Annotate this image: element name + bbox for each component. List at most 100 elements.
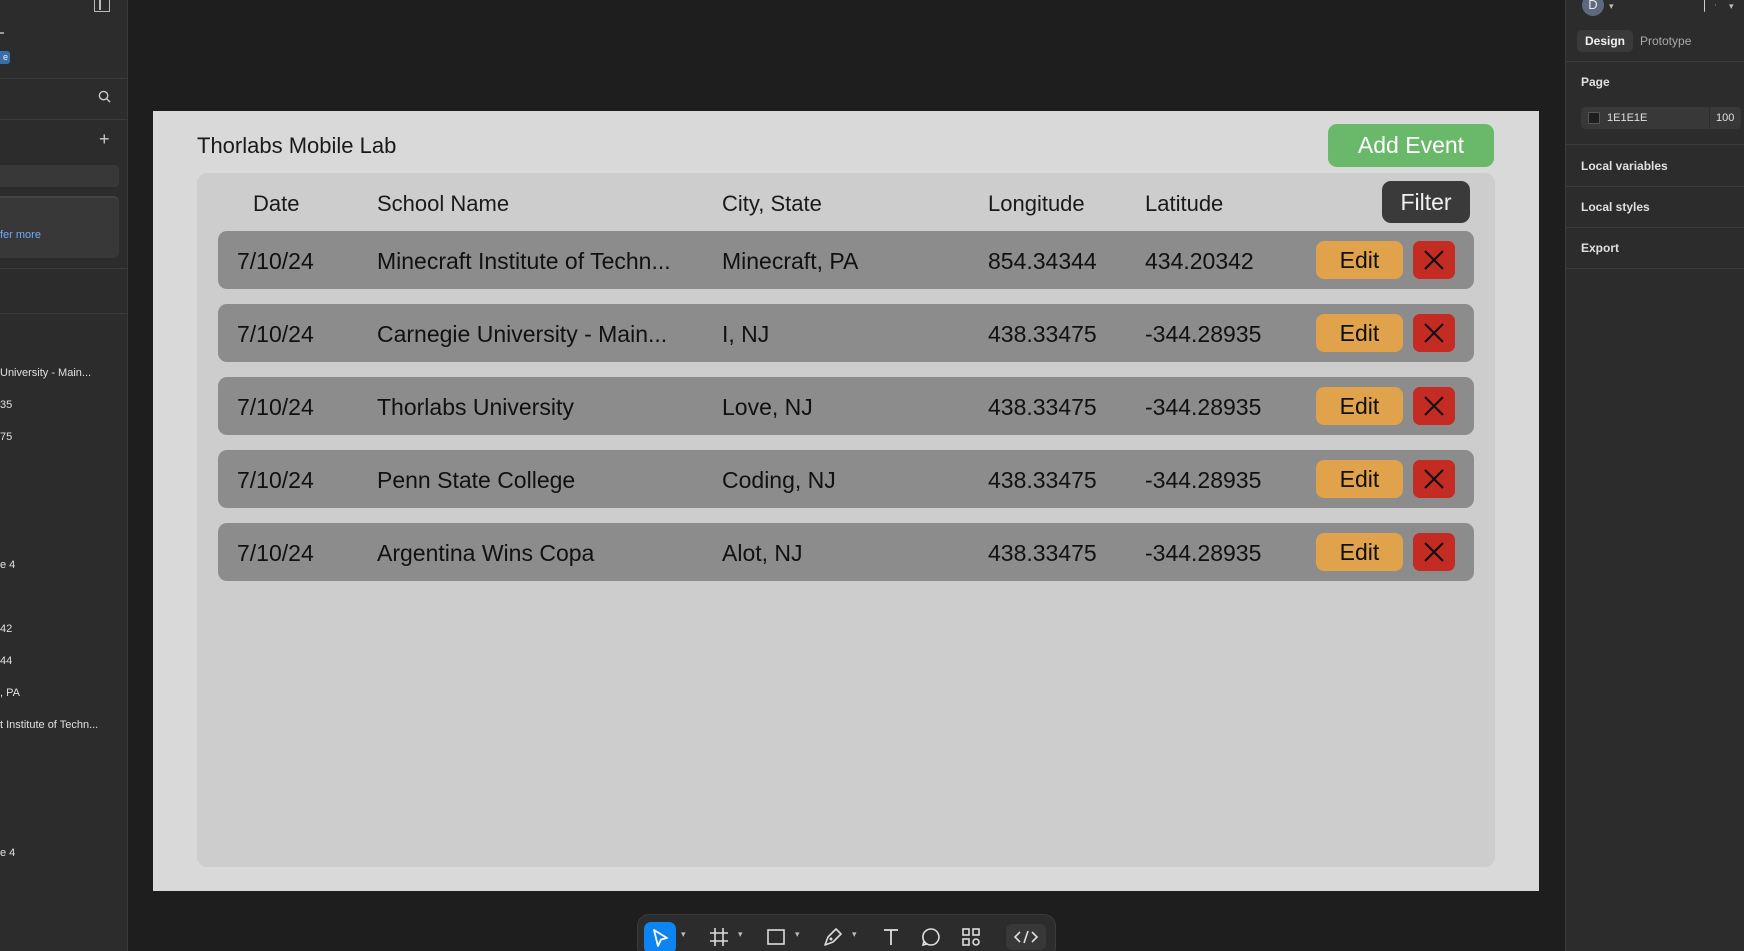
edit-button[interactable]: Edit xyxy=(1316,241,1403,279)
layer-item[interactable]: t Institute of Techn... xyxy=(0,719,98,731)
add-event-button[interactable]: Add Event xyxy=(1328,124,1494,167)
promo-card xyxy=(0,196,119,258)
table-row[interactable]: 7/10/24 Carnegie University - Main... I,… xyxy=(218,304,1474,362)
layer-item[interactable]: e 4 xyxy=(0,847,15,859)
column-header-city-state: City, State xyxy=(722,191,822,216)
delete-button[interactable] xyxy=(1413,314,1455,352)
pen-icon[interactable] xyxy=(821,925,845,949)
cell-longitude: 438.33475 xyxy=(988,540,1097,566)
close-icon xyxy=(1424,323,1444,343)
page-color-hex[interactable]: 1E1E1E xyxy=(1607,112,1647,124)
cell-city-state: Love, NJ xyxy=(722,394,813,420)
components-icon[interactable] xyxy=(959,925,983,949)
filter-button[interactable]: Filter xyxy=(1382,181,1470,223)
close-icon xyxy=(1424,469,1444,489)
delete-button[interactable] xyxy=(1413,387,1455,425)
move-icon xyxy=(653,929,668,947)
cell-latitude: -344.28935 xyxy=(1145,467,1262,493)
chevron-down-icon[interactable]: ▾ xyxy=(795,929,800,940)
edit-button[interactable]: Edit xyxy=(1316,533,1403,571)
cell-city-state: I, NJ xyxy=(722,321,770,347)
layer-item[interactable]: 42 xyxy=(0,623,12,635)
page-list-item[interactable] xyxy=(0,165,119,187)
tab-design[interactable]: Design xyxy=(1577,30,1633,52)
cell-longitude: 854.34344 xyxy=(988,248,1097,274)
edit-button[interactable]: Edit xyxy=(1316,387,1403,425)
cell-latitude: -344.28935 xyxy=(1145,394,1262,420)
code-icon xyxy=(1013,930,1039,944)
present-play-icon[interactable] xyxy=(1704,0,1714,10)
layer-item[interactable]: 75 xyxy=(0,431,12,443)
cell-latitude: 434.20342 xyxy=(1145,248,1254,274)
cell-date: 7/10/24 xyxy=(237,248,314,274)
cell-school-name: Carnegie University - Main... xyxy=(377,321,668,347)
layer-item[interactable]: 44 xyxy=(0,655,12,667)
local-styles-button[interactable]: Local styles xyxy=(1581,200,1650,214)
cell-school-name: Argentina Wins Copa xyxy=(377,540,595,566)
table-row[interactable]: 7/10/24 Thorlabs University Love, NJ 438… xyxy=(218,377,1474,435)
divider xyxy=(1566,227,1744,228)
cell-school-name: Minecraft Institute of Techn... xyxy=(377,248,671,274)
cell-school-name: Penn State College xyxy=(377,467,576,493)
file-menu-fragment xyxy=(0,32,4,34)
comment-icon[interactable] xyxy=(919,925,943,949)
page-opacity-value[interactable]: 100 xyxy=(1716,112,1734,124)
chevron-down-icon[interactable]: ▾ xyxy=(1609,1,1614,12)
cell-date: 7/10/24 xyxy=(237,467,314,493)
close-icon xyxy=(1424,250,1444,270)
table-header: Date School Name City, State Longitude L… xyxy=(197,173,1495,229)
divider xyxy=(1709,107,1710,129)
text-icon[interactable] xyxy=(879,925,903,949)
cell-latitude: -344.28935 xyxy=(1145,321,1262,347)
layer-item[interactable]: University - Main... xyxy=(0,367,91,379)
column-header-date: Date xyxy=(253,191,300,216)
close-icon xyxy=(1424,396,1444,416)
delete-button[interactable] xyxy=(1413,533,1455,571)
layer-item[interactable]: , PA xyxy=(0,687,20,699)
divider xyxy=(0,78,127,79)
layer-item[interactable]: 35 xyxy=(0,399,12,411)
avatar[interactable]: D xyxy=(1582,0,1604,16)
rectangle-icon[interactable] xyxy=(764,925,788,949)
plan-badge: e xyxy=(0,51,10,64)
dev-mode-toggle[interactable] xyxy=(1006,924,1046,950)
divider xyxy=(1566,61,1744,62)
layer-item[interactable]: e 4 xyxy=(0,559,15,571)
color-swatch[interactable] xyxy=(1588,112,1600,124)
design-frame[interactable]: Thorlabs Mobile Lab Add Event Date Schoo… xyxy=(153,111,1539,891)
cell-longitude: 438.33475 xyxy=(988,394,1097,420)
promo-link[interactable]: fer more xyxy=(0,229,41,241)
delete-button[interactable] xyxy=(1413,241,1455,279)
chevron-down-icon[interactable]: ▾ xyxy=(681,929,686,940)
divider xyxy=(0,268,127,269)
frame-icon[interactable] xyxy=(707,925,731,949)
export-button[interactable]: Export xyxy=(1581,241,1619,255)
table-row[interactable]: 7/10/24 Minecraft Institute of Techn... … xyxy=(218,231,1474,289)
move-tool-button[interactable] xyxy=(644,922,676,951)
column-header-latitude: Latitude xyxy=(1145,191,1224,216)
edit-button[interactable]: Edit xyxy=(1316,460,1403,498)
edit-button[interactable]: Edit xyxy=(1316,314,1403,352)
divider xyxy=(0,313,127,314)
page-color-field[interactable]: 1E1E1E 100 xyxy=(1581,107,1741,129)
cell-date: 7/10/24 xyxy=(237,540,314,566)
search-icon[interactable] xyxy=(98,90,111,103)
cell-school-name: Thorlabs University xyxy=(377,394,574,420)
cell-latitude: -344.28935 xyxy=(1145,540,1262,566)
bottom-toolbar: ▾ ▾ ▾ ▾ xyxy=(637,914,1056,951)
cell-longitude: 438.33475 xyxy=(988,321,1097,347)
table-row[interactable]: 7/10/24 Penn State College Coding, NJ 43… xyxy=(218,450,1474,508)
divider xyxy=(1566,186,1744,187)
local-variables-button[interactable]: Local variables xyxy=(1581,159,1668,173)
chevron-down-icon[interactable]: ▾ xyxy=(1729,1,1734,12)
sidebar-toggle-icon[interactable] xyxy=(94,0,110,12)
tab-prototype[interactable]: Prototype xyxy=(1640,30,1691,52)
column-header-longitude: Longitude xyxy=(988,191,1085,216)
delete-button[interactable] xyxy=(1413,460,1455,498)
page-section-label: Page xyxy=(1581,75,1610,89)
chevron-down-icon[interactable]: ▾ xyxy=(738,929,743,940)
table-row[interactable]: 7/10/24 Argentina Wins Copa Alot, NJ 438… xyxy=(218,523,1474,581)
chevron-down-icon[interactable]: ▾ xyxy=(852,929,857,940)
add-page-icon[interactable]: + xyxy=(99,130,110,148)
app-title: Thorlabs Mobile Lab xyxy=(197,133,397,158)
